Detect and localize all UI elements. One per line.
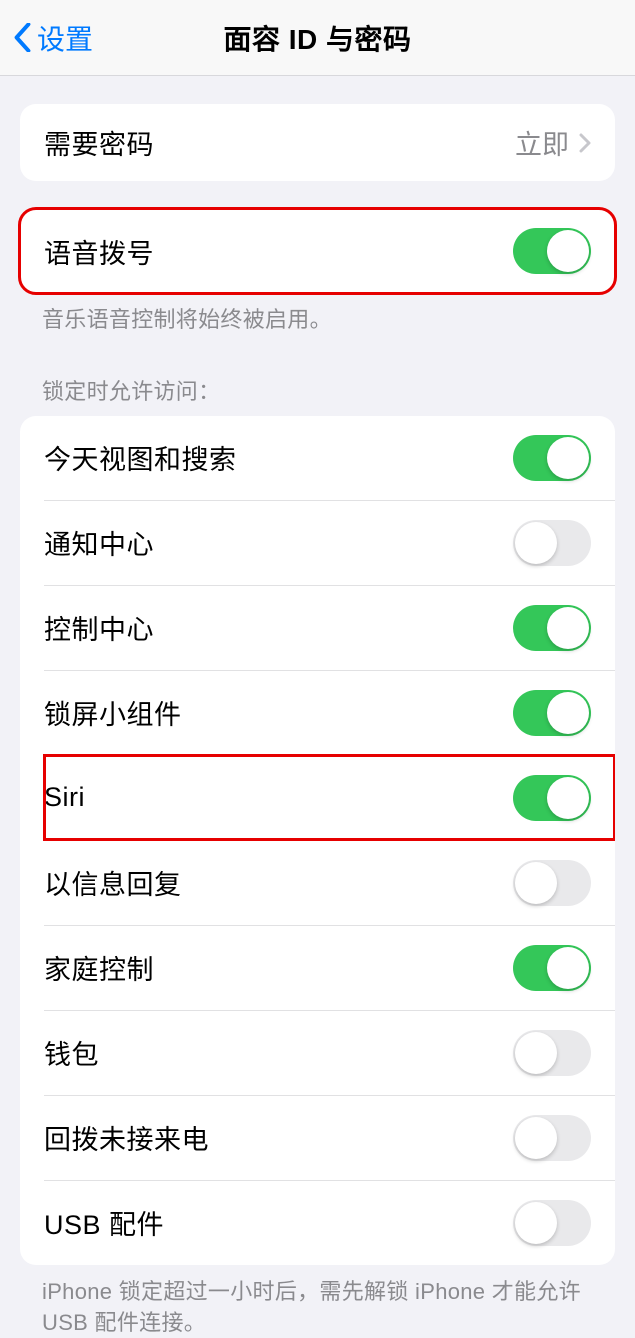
- toggle-knob: [515, 862, 557, 904]
- allow-access-toggle[interactable]: [513, 945, 591, 991]
- allow-access-label: Siri: [44, 782, 85, 813]
- allow-access-label: 锁屏小组件: [44, 693, 182, 732]
- allow-access-toggle[interactable]: [513, 775, 591, 821]
- allow-access-row: 控制中心: [44, 585, 615, 670]
- allow-access-row: 家庭控制: [44, 925, 615, 1010]
- toggle-knob: [547, 777, 589, 819]
- allow-access-toggle[interactable]: [513, 520, 591, 566]
- allow-access-toggle[interactable]: [513, 605, 591, 651]
- voice-dial-toggle[interactable]: [513, 228, 591, 274]
- content: 需要密码 立即 语音拨号 音乐语音控制将始终被启用。 锁定时允许访问： 今天视图…: [0, 104, 635, 1338]
- toggle-knob: [547, 607, 589, 649]
- voice-dial-footer: 音乐语音控制将始终被启用。: [42, 305, 593, 336]
- allow-access-toggle[interactable]: [513, 1115, 591, 1161]
- chevron-left-icon: [12, 23, 33, 52]
- allow-access-row: 钱包: [44, 1010, 615, 1095]
- allow-access-toggle[interactable]: [513, 435, 591, 481]
- voice-dial-label: 语音拨号: [44, 232, 154, 271]
- allow-access-row: 通知中心: [44, 500, 615, 585]
- toggle-knob: [547, 230, 589, 272]
- allow-access-label: 通知中心: [44, 523, 154, 562]
- toggle-knob: [547, 692, 589, 734]
- page-title: 面容 ID 与密码: [223, 18, 411, 58]
- allow-access-row: Siri: [44, 755, 615, 840]
- allow-access-toggle[interactable]: [513, 690, 591, 736]
- allow-access-row: 以信息回复: [44, 840, 615, 925]
- allow-access-row: 今天视图和搜索: [20, 416, 615, 500]
- allow-access-row: USB 配件: [44, 1180, 615, 1265]
- require-passcode-value: 立即: [515, 123, 569, 162]
- toggle-knob: [515, 1202, 557, 1244]
- chevron-right-icon: [579, 133, 591, 153]
- allow-access-label: 以信息回复: [44, 863, 182, 902]
- allow-access-header: 锁定时允许访问：: [42, 374, 593, 406]
- toggle-knob: [515, 1032, 557, 1074]
- toggle-knob: [515, 1117, 557, 1159]
- row-right: 立即: [515, 123, 591, 162]
- require-passcode-label: 需要密码: [44, 123, 154, 162]
- allow-access-label: USB 配件: [44, 1203, 164, 1242]
- allow-access-label: 控制中心: [44, 608, 154, 647]
- allow-access-label: 回拨未接来电: [44, 1118, 209, 1157]
- allow-access-group: 今天视图和搜索通知中心控制中心锁屏小组件 Siri 以信息回复家庭控制钱包回拨未接来…: [20, 416, 615, 1265]
- back-label: 设置: [37, 18, 93, 58]
- allow-access-label: 今天视图和搜索: [44, 438, 237, 477]
- back-button[interactable]: 设置: [12, 18, 93, 58]
- voice-dial-row: 语音拨号: [20, 209, 615, 293]
- usb-footer: iPhone 锁定超过一小时后，需先解锁 iPhone 才能允许USB 配件连接…: [42, 1277, 593, 1338]
- toggle-knob: [547, 437, 589, 479]
- voice-dial-group: 语音拨号: [20, 209, 615, 293]
- require-passcode-group: 需要密码 立即: [20, 104, 615, 181]
- allow-access-toggle[interactable]: [513, 1030, 591, 1076]
- allow-access-toggle[interactable]: [513, 1200, 591, 1246]
- allow-access-label: 家庭控制: [44, 948, 154, 987]
- toggle-knob: [515, 522, 557, 564]
- require-passcode-row[interactable]: 需要密码 立即: [20, 104, 615, 181]
- allow-access-row: 回拨未接来电: [44, 1095, 615, 1180]
- allow-access-toggle[interactable]: [513, 860, 591, 906]
- nav-bar: 设置 面容 ID 与密码: [0, 0, 635, 76]
- allow-access-row: 锁屏小组件: [44, 670, 615, 755]
- toggle-knob: [547, 947, 589, 989]
- allow-access-label: 钱包: [44, 1033, 99, 1072]
